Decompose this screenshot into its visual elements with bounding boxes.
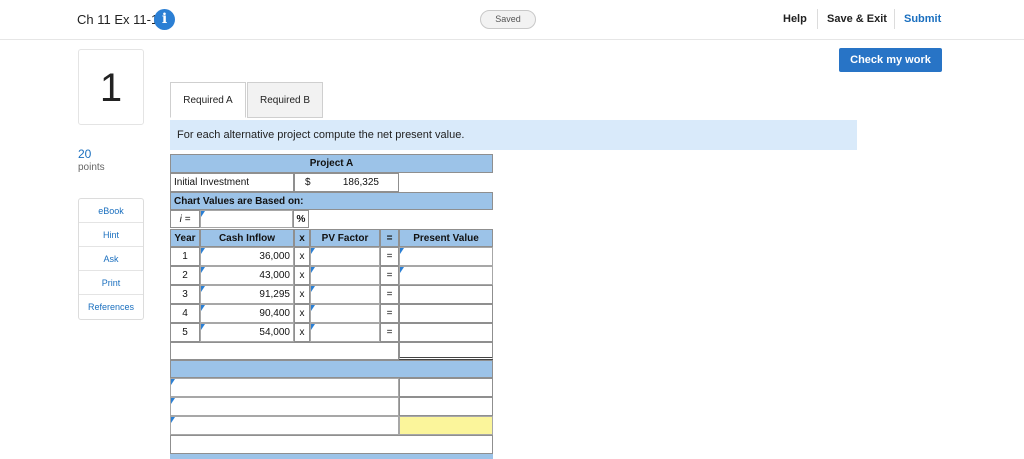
- hint-link[interactable]: Hint: [79, 223, 143, 247]
- print-link[interactable]: Print: [79, 271, 143, 295]
- nav-divider: [817, 9, 818, 29]
- blank-row: [170, 435, 493, 454]
- times-sign: x: [294, 323, 310, 342]
- total-present-value-cell: [399, 342, 493, 360]
- present-value-cell: [399, 304, 493, 323]
- section-band: [170, 454, 493, 459]
- summary-value-cell: [399, 397, 493, 416]
- cash-inflow-input[interactable]: 54,000: [200, 323, 294, 342]
- equals-sign: =: [380, 266, 399, 285]
- summary-value-cell: [399, 378, 493, 397]
- cash-inflow-input[interactable]: 91,295: [200, 285, 294, 304]
- year-cell: 1: [170, 247, 200, 266]
- year-cell: 4: [170, 304, 200, 323]
- rate-input[interactable]: [200, 210, 293, 228]
- present-value-input[interactable]: [399, 266, 493, 285]
- cash-inflow-input[interactable]: 36,000: [200, 247, 294, 266]
- initial-investment-label: Initial Investment: [170, 173, 294, 192]
- equals-sign: =: [380, 323, 399, 342]
- npv-result-cell[interactable]: [399, 416, 493, 435]
- npv-label-input[interactable]: [170, 416, 399, 435]
- percent-sign: %: [293, 210, 309, 228]
- chart-values-label: Chart Values are Based on:: [170, 192, 493, 210]
- tab-required-b[interactable]: Required B: [247, 82, 323, 118]
- rate-label: i =: [170, 210, 200, 228]
- equals-sign: =: [380, 247, 399, 266]
- year-cell: 2: [170, 266, 200, 285]
- section-band: [170, 360, 493, 378]
- nav-divider: [894, 9, 895, 29]
- points-label: points: [78, 162, 105, 173]
- tab-required-a[interactable]: Required A: [170, 82, 246, 118]
- cash-inflow-input[interactable]: 90,400: [200, 304, 294, 323]
- info-icon[interactable]: i: [154, 9, 175, 30]
- equals-sign: =: [380, 304, 399, 323]
- present-value-input[interactable]: [399, 247, 493, 266]
- currency-symbol: $: [305, 177, 311, 188]
- summary-label-input[interactable]: [170, 397, 399, 416]
- saved-status-badge: Saved: [480, 10, 536, 29]
- instruction-text: For each alternative project compute the…: [170, 120, 857, 150]
- points-value: 20: [78, 147, 92, 161]
- year-cell: 5: [170, 323, 200, 342]
- column-header-present-value: Present Value: [399, 229, 493, 247]
- total-label-cell: [170, 342, 399, 360]
- year-cell: 3: [170, 285, 200, 304]
- present-value-cell: [399, 285, 493, 304]
- times-sign: x: [294, 247, 310, 266]
- initial-investment-value: 186,325: [342, 177, 379, 188]
- pv-factor-input[interactable]: [310, 323, 380, 342]
- top-bar: Ch 11 Ex 11-10 i Saved Help Save & Exit …: [0, 0, 1024, 40]
- project-title: Project A: [170, 154, 493, 173]
- assignment-title: Ch 11 Ex 11-10: [77, 12, 166, 27]
- submit-link[interactable]: Submit: [904, 13, 941, 25]
- pv-factor-input[interactable]: [310, 285, 380, 304]
- cash-inflow-input[interactable]: 43,000: [200, 266, 294, 285]
- ask-link[interactable]: Ask: [79, 247, 143, 271]
- ebook-link[interactable]: eBook: [79, 199, 143, 223]
- times-sign: x: [294, 266, 310, 285]
- present-value-cell: [399, 323, 493, 342]
- column-header-cash-inflow: Cash Inflow: [200, 229, 294, 247]
- pv-factor-input[interactable]: [310, 247, 380, 266]
- resource-menu: eBook Hint Ask Print References: [78, 198, 144, 320]
- save-exit-link[interactable]: Save & Exit: [827, 13, 887, 25]
- pv-factor-input[interactable]: [310, 266, 380, 285]
- column-header-pv-factor: PV Factor: [310, 229, 380, 247]
- times-sign: x: [294, 285, 310, 304]
- help-link[interactable]: Help: [783, 13, 807, 25]
- summary-label-input[interactable]: [170, 378, 399, 397]
- question-number: 1: [78, 49, 144, 125]
- pv-factor-input[interactable]: [310, 304, 380, 323]
- initial-investment-cell: $ 186,325: [294, 173, 399, 192]
- check-my-work-button[interactable]: Check my work: [839, 48, 942, 72]
- references-link[interactable]: References: [79, 295, 143, 319]
- column-header-times: x: [294, 229, 310, 247]
- project-a-worksheet: Project A Initial Investment $ 186,325 C…: [170, 154, 493, 459]
- times-sign: x: [294, 304, 310, 323]
- equals-sign: =: [380, 285, 399, 304]
- column-header-equals: =: [380, 229, 399, 247]
- column-header-year: Year: [170, 229, 200, 247]
